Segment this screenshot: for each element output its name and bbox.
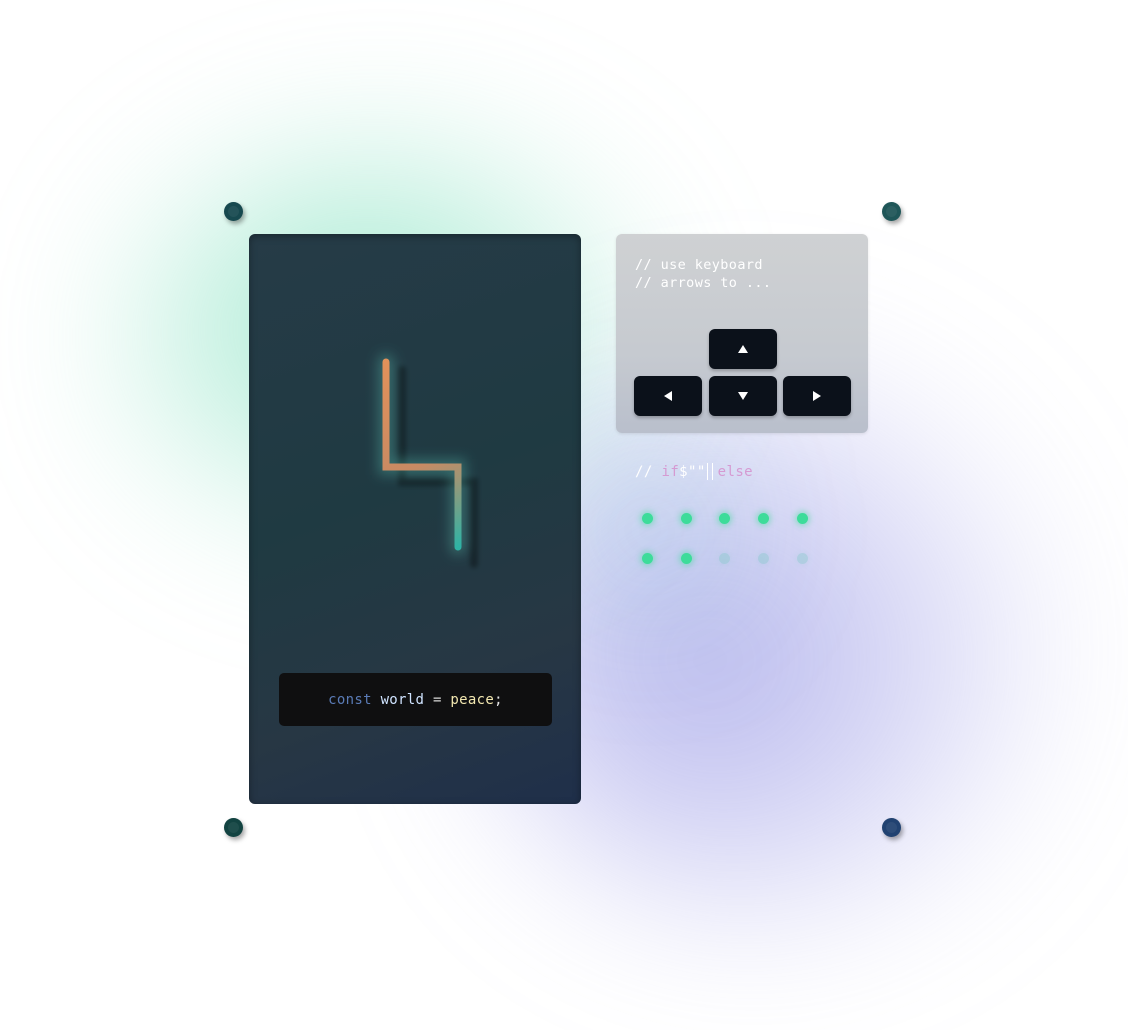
food-dot-remaining bbox=[680, 553, 692, 564]
screw-bottom-right bbox=[882, 818, 901, 837]
controls-hint-line-2: // arrows to ... bbox=[635, 275, 772, 291]
food-dot-remaining bbox=[642, 553, 653, 564]
code-variable: world bbox=[380, 691, 425, 708]
status-else: else bbox=[717, 463, 753, 480]
food-dot-eaten bbox=[719, 553, 731, 564]
arrow-down-button[interactable] bbox=[709, 376, 777, 416]
status-string: $"" bbox=[679, 463, 706, 480]
food-dot-eaten bbox=[796, 553, 808, 564]
arrow-right-button[interactable] bbox=[783, 376, 851, 416]
game-board[interactable]: const world = peace; bbox=[249, 234, 581, 804]
food-dot-remaining bbox=[719, 513, 731, 524]
code-display: const world = peace; bbox=[279, 673, 552, 726]
food-dot-remaining bbox=[680, 513, 692, 524]
screw-bottom-left bbox=[224, 818, 243, 837]
food-dot-remaining bbox=[796, 513, 808, 524]
triangle-up-icon bbox=[738, 345, 748, 353]
status-cursor bbox=[706, 463, 713, 480]
snake-game-stage: const world = peace; // use keyboard // … bbox=[0, 0, 1128, 1030]
code-operator: = bbox=[432, 691, 442, 708]
game-status-line: // if $"" else bbox=[635, 463, 753, 480]
arrow-left-button[interactable] bbox=[634, 376, 702, 416]
controls-panel: // use keyboard // arrows to ... bbox=[616, 234, 868, 433]
screw-top-left bbox=[224, 202, 243, 221]
code-keyword: const bbox=[328, 691, 372, 708]
food-dot-remaining bbox=[758, 513, 770, 524]
food-dot-eaten bbox=[758, 553, 770, 564]
triangle-down-icon bbox=[738, 392, 748, 400]
code-value: peace bbox=[450, 691, 495, 708]
arrow-up-button[interactable] bbox=[709, 329, 777, 369]
triangle-left-icon bbox=[664, 391, 672, 401]
status-comment: // bbox=[635, 463, 662, 480]
status-if: if bbox=[661, 463, 680, 480]
snake-body bbox=[382, 358, 462, 551]
triangle-right-icon bbox=[813, 391, 821, 401]
code-terminator: ; bbox=[494, 691, 503, 708]
snake-glow bbox=[378, 354, 466, 555]
controls-hint-line-1: // use keyboard bbox=[635, 257, 763, 273]
food-dot-remaining bbox=[642, 513, 653, 524]
screw-top-right bbox=[882, 202, 901, 221]
